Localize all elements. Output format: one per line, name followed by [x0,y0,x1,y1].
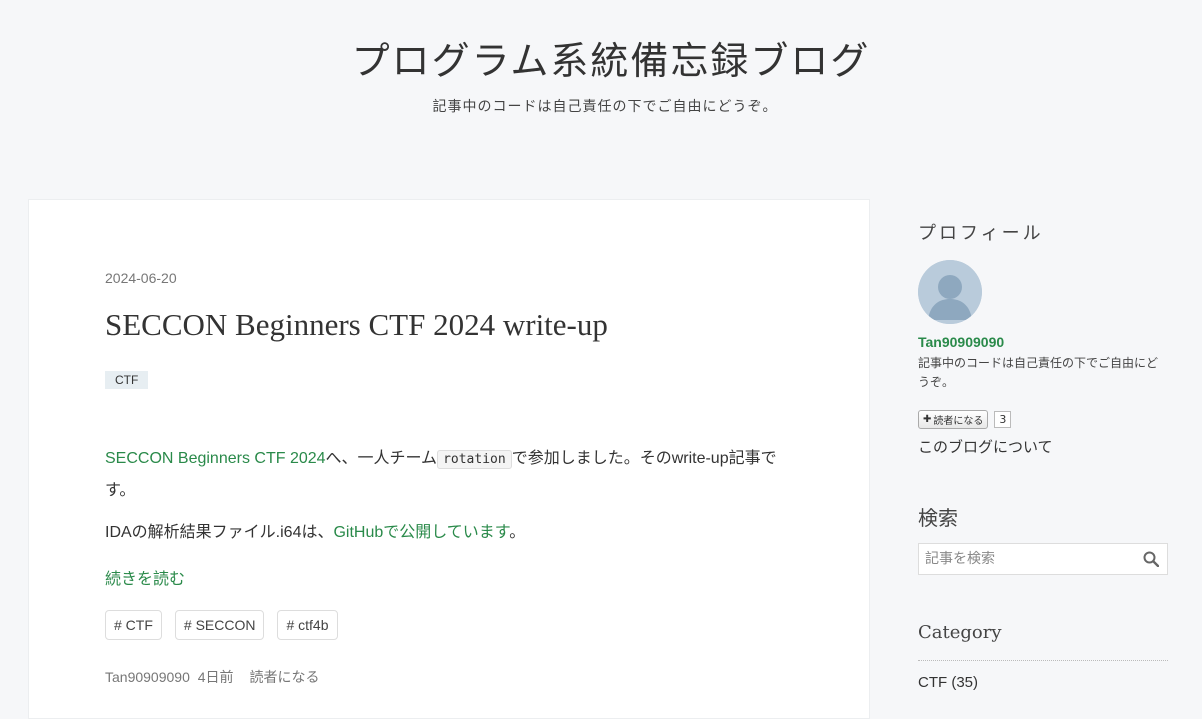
paragraph-text: 。 [509,524,526,541]
search-input[interactable] [919,544,1141,574]
category-item-ctf[interactable]: CTF (35) [918,674,978,691]
profile-name-link[interactable]: Tan90909090 [918,334,1004,350]
read-more-link[interactable]: 続きを読む [105,565,185,589]
entry-body: SECCON Beginners CTF 2024へ、一人チーム rotation… [105,443,805,548]
search-form [918,543,1168,575]
post-time[interactable]: 4日前 [198,669,234,685]
paragraph-text: へ、一人チーム [325,450,438,467]
subscribe-button-label: 読者になる [933,416,984,427]
plus-icon: ✚ [923,414,932,425]
github-link[interactable]: GitHubで公開しています [333,524,509,541]
entry-title[interactable]: SECCON Beginners CTF 2024 write-up [105,307,608,343]
event-link[interactable]: SECCON Beginners CTF 2024 [105,450,326,467]
site-title[interactable]: プログラム系統備忘録ブログ [0,30,1202,85]
author-link[interactable]: Tan90909090 [105,669,190,685]
profile-description: 記事中のコードは自己責任の下でご自由にどうぞ。 [918,356,1159,389]
tag-list: # CTF # SECCON # ctf4b [105,610,338,640]
paragraph-text: IDAの解析結果ファイル.i64は、 [105,524,334,541]
category-badge[interactable]: CTF [105,371,149,389]
category-heading: Category [918,622,1002,643]
team-name-code: rotation [437,450,512,469]
avatar[interactable] [918,260,982,324]
subscribe-button[interactable]: ✚ 読者になる [918,410,989,429]
about-blog-link[interactable]: このブログについて [918,436,1053,457]
entry-paragraph: SECCON Beginners CTF 2024へ、一人チーム rotation… [105,443,805,506]
profile-heading: プロフィール [918,223,1044,244]
divider [918,660,1168,661]
entry-footer: Tan90909090 4日前 読者になる [105,667,323,687]
entry-date[interactable]: 2024-06-20 [105,270,177,286]
tag-ctf4b[interactable]: # ctf4b [277,610,338,640]
subscribe-link[interactable]: 読者になる [249,669,319,685]
tag-ctf[interactable]: # CTF [105,610,162,640]
entry-paragraph: IDAの解析結果ファイル.i64は、GitHubで公開しています。 [105,517,805,548]
search-heading: 検索 [918,506,958,530]
search-icon[interactable] [1143,551,1159,567]
tag-seccon[interactable]: # SECCON [174,610,265,640]
entry-card: 2024-06-20 SECCON Beginners CTF 2024 wri… [28,199,870,719]
subscriber-count: 3 [994,411,1012,428]
subscribe-widget: ✚ 読者になる 3 [918,410,1012,429]
avatar-silhouette-icon [918,260,982,324]
site-description: 記事中のコードは自己責任の下でご自由にどうぞ。 [432,99,778,115]
